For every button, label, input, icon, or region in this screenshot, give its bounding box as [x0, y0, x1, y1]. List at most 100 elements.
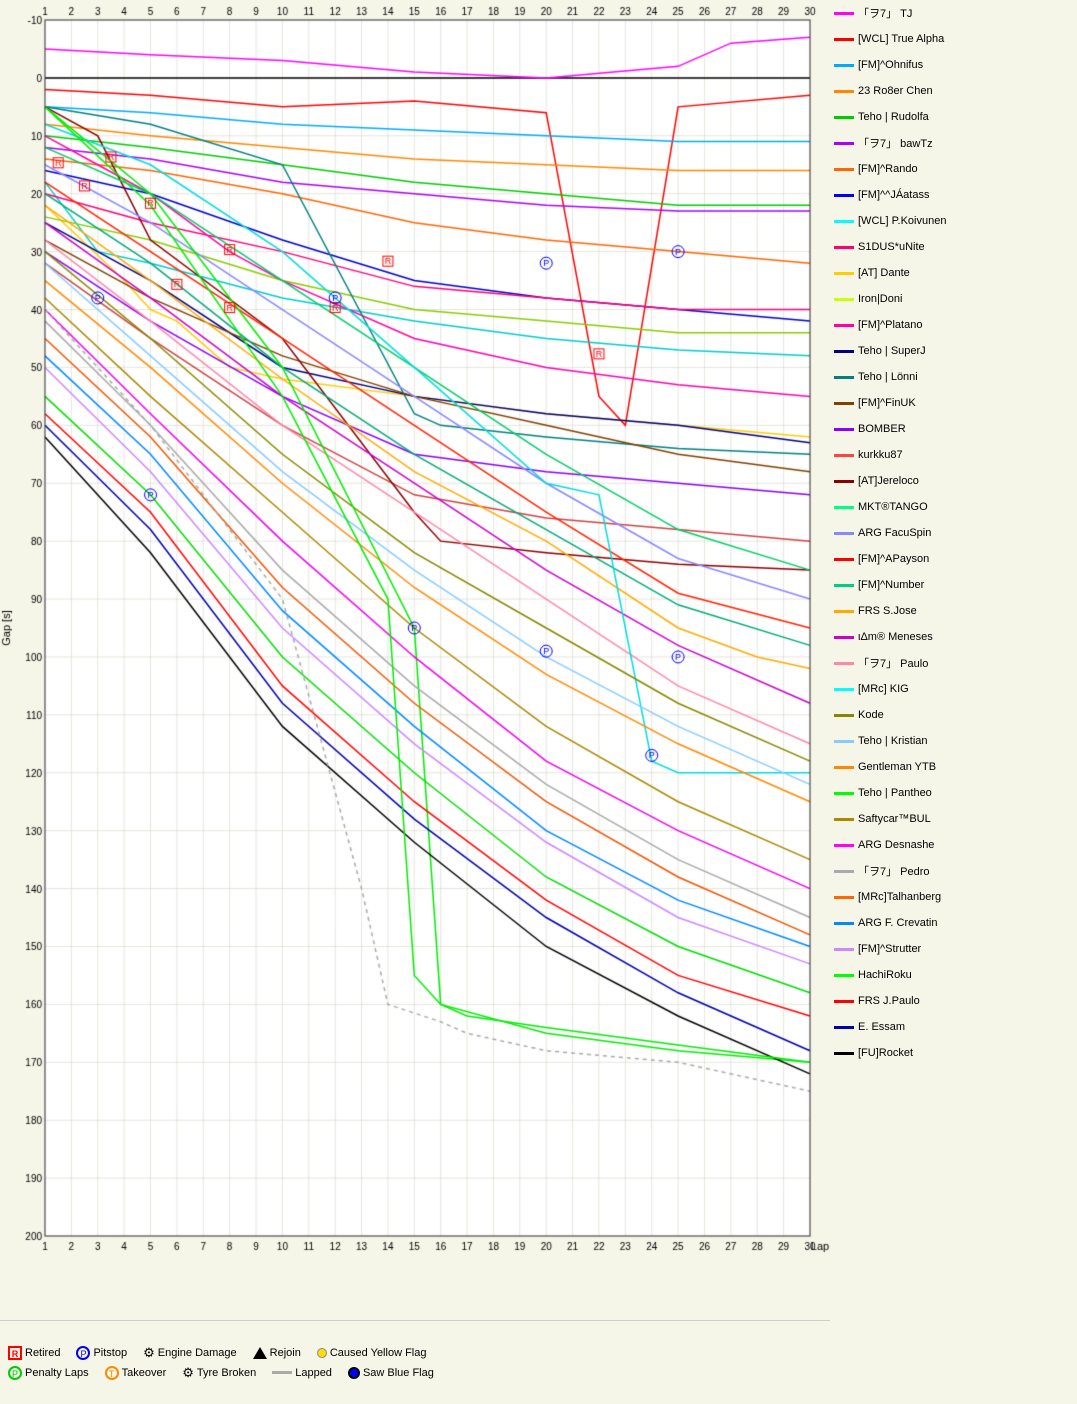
- legend-color: [834, 116, 854, 119]
- legend-driver-name: FRS J.Paulo: [858, 995, 920, 1007]
- legend-driver-name: MKT®TANGO: [858, 501, 928, 513]
- legend-color: [834, 480, 854, 483]
- legend-color: [834, 376, 854, 379]
- legend-driver-name: ARG Desnashe: [858, 839, 934, 851]
- legend-item: [FM]^Strutter: [830, 936, 1077, 962]
- legend-panel: 「ヲ7」 TJ[WCL] True Alpha[FM]^Ohnifus23 Ro…: [830, 0, 1077, 1320]
- legend-item: [FM]^Ohnifus: [830, 52, 1077, 78]
- legend-item: [MRc] KIG: [830, 676, 1077, 702]
- legend-item: Teho | SuperJ: [830, 338, 1077, 364]
- legend-color: [834, 844, 854, 847]
- legend-color: [834, 974, 854, 977]
- legend-color: [834, 272, 854, 275]
- legend-takeover: T Takeover: [105, 1366, 167, 1380]
- legend-color: [834, 584, 854, 587]
- legend-item: MKT®TANGO: [830, 494, 1077, 520]
- legend-item: Gentleman YTB: [830, 754, 1077, 780]
- legend-item: [WCL] True Alpha: [830, 26, 1077, 52]
- legend-item: Teho | Pantheo: [830, 780, 1077, 806]
- legend-color: [834, 220, 854, 223]
- legend-color: [834, 896, 854, 899]
- legend-driver-name: [FM]^FinUK: [858, 397, 916, 409]
- legend-item: [AT] Dante: [830, 260, 1077, 286]
- legend-item: 「ヲ7」 Paulo: [830, 650, 1077, 676]
- legend-item: S1DUS*uNite: [830, 234, 1077, 260]
- legend-item: kurkku87: [830, 442, 1077, 468]
- legend-driver-name: Teho | Kristian: [858, 735, 928, 747]
- legend-yellow: Caused Yellow Flag: [317, 1347, 427, 1359]
- legend-color: [834, 766, 854, 769]
- legend-item: FRS J.Paulo: [830, 988, 1077, 1014]
- legend-color: [834, 194, 854, 197]
- legend-item: ιΔm® Meneses: [830, 624, 1077, 650]
- legend-color: [834, 168, 854, 171]
- legend-item: BOMBER: [830, 416, 1077, 442]
- legend-item: [FU]Rocket: [830, 1040, 1077, 1066]
- legend-color: [834, 948, 854, 951]
- legend-item: FRS S.Jose: [830, 598, 1077, 624]
- legend-item: ARG F. Crevatin: [830, 910, 1077, 936]
- legend-driver-name: 23 Ro8er Chen: [858, 85, 933, 97]
- legend-item: 「ヲ7」 Pedro: [830, 858, 1077, 884]
- legend-color: [834, 610, 854, 613]
- bottom-legend: R Retired P Pitstop ⚙ Engine Damage Rejo…: [0, 1320, 830, 1404]
- legend-driver-name: [FM]^Platano: [858, 319, 922, 331]
- legend-item: 「ヲ7」 bawTz: [830, 130, 1077, 156]
- legend-driver-name: [MRc]Talhanberg: [858, 891, 941, 903]
- legend-item: [FM]^Platano: [830, 312, 1077, 338]
- legend-item: Teho | Kristian: [830, 728, 1077, 754]
- legend-color: [834, 740, 854, 743]
- legend-tyre: ⚙ Tyre Broken: [182, 1365, 256, 1381]
- legend-color: [834, 714, 854, 717]
- legend-driver-name: [AT] Dante: [858, 267, 910, 279]
- legend-driver-name: [FM]^Ohnifus: [858, 59, 923, 71]
- legend-item: HachiRoku: [830, 962, 1077, 988]
- legend-blue-flag: Saw Blue Flag: [348, 1367, 434, 1379]
- legend-driver-name: Gentleman YTB: [858, 761, 936, 773]
- legend-lapped: Lapped: [272, 1367, 332, 1379]
- legend-item: [MRc]Talhanberg: [830, 884, 1077, 910]
- legend-color: [834, 402, 854, 405]
- legend-color: [834, 298, 854, 301]
- legend-item: ARG Desnashe: [830, 832, 1077, 858]
- legend-item: [FM]^Rando: [830, 156, 1077, 182]
- legend-item: Iron|Doni: [830, 286, 1077, 312]
- legend-driver-name: BOMBER: [858, 423, 906, 435]
- legend-driver-name: Teho | Lönni: [858, 371, 918, 383]
- legend-color: [834, 90, 854, 93]
- legend-color: [834, 558, 854, 561]
- legend-color: [834, 662, 854, 665]
- legend-item: [FM]^APayson: [830, 546, 1077, 572]
- legend-driver-name: ιΔm® Meneses: [858, 631, 933, 643]
- legend-item: E. Essam: [830, 1014, 1077, 1040]
- legend-driver-name: ARG FacuSpin: [858, 527, 931, 539]
- legend-driver-name: [AT]Jereloco: [858, 475, 919, 487]
- legend-driver-name: [MRc] KIG: [858, 683, 909, 695]
- legend-color: [834, 12, 854, 15]
- legend-item: 23 Ro8er Chen: [830, 78, 1077, 104]
- legend-driver-name: kurkku87: [858, 449, 903, 461]
- legend-color: [834, 324, 854, 327]
- legend-color: [834, 688, 854, 691]
- legend-driver-name: Kode: [858, 709, 884, 721]
- legend-item: [WCL] P.Koivunen: [830, 208, 1077, 234]
- legend-driver-name: [FM]^APayson: [858, 553, 929, 565]
- legend-item: [FM]^FinUK: [830, 390, 1077, 416]
- legend-driver-name: Teho | Rudolfa: [858, 111, 929, 123]
- legend-color: [834, 454, 854, 457]
- legend-pitstop: P Pitstop: [76, 1346, 127, 1360]
- legend-color: [834, 64, 854, 67]
- legend-color: [834, 38, 854, 41]
- legend-driver-name: 「ヲ7」 Pedro: [858, 863, 930, 879]
- legend-color: [834, 350, 854, 353]
- legend-color: [834, 532, 854, 535]
- legend-color: [834, 1052, 854, 1055]
- legend-item: [FM]^^JÁatass: [830, 182, 1077, 208]
- legend-retired: R Retired: [8, 1346, 60, 1360]
- legend-driver-name: [FM]^Number: [858, 579, 924, 591]
- legend-driver-name: [FU]Rocket: [858, 1047, 913, 1059]
- legend-driver-name: Saftycar™BUL: [858, 813, 931, 825]
- legend-penalty: P Penalty Laps: [8, 1366, 89, 1380]
- legend-driver-name: [WCL] True Alpha: [858, 33, 944, 45]
- legend-driver-name: 「ヲ7」 Paulo: [858, 655, 928, 671]
